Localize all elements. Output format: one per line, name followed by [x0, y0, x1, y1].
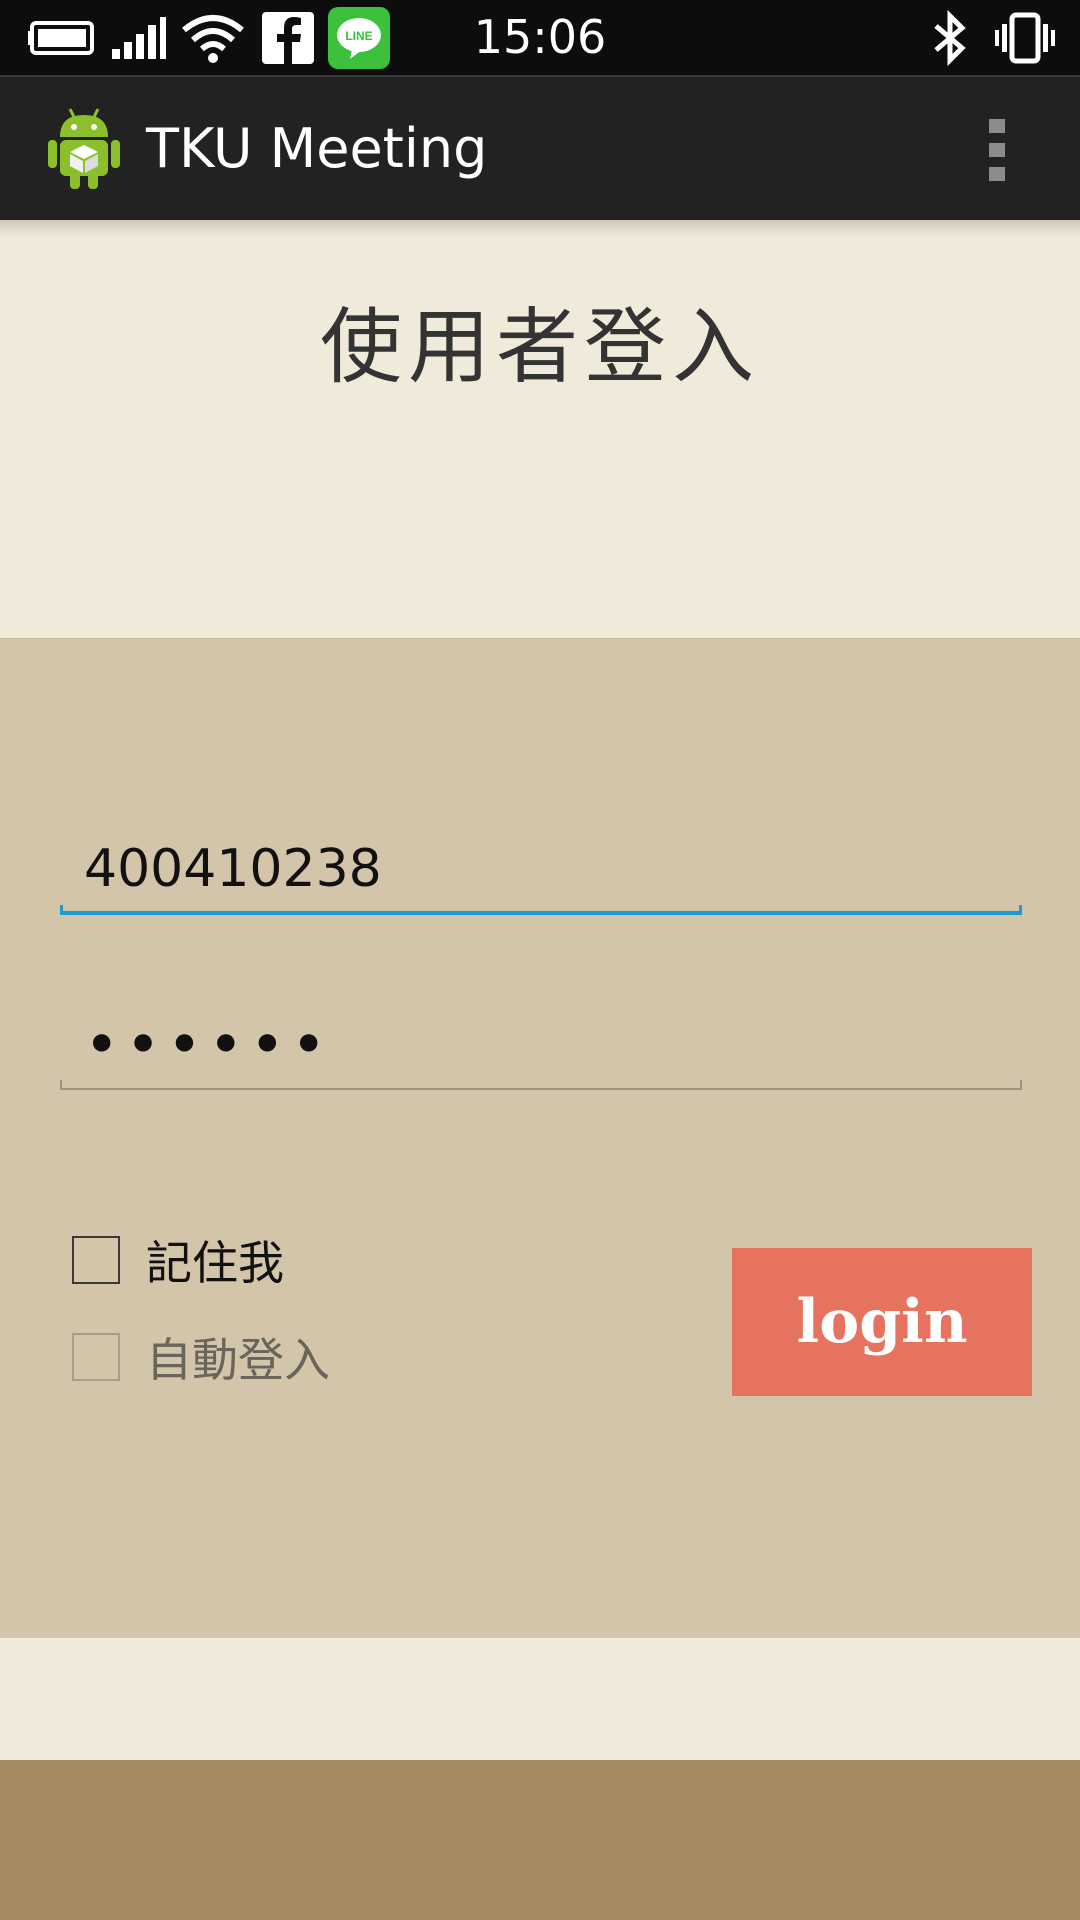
remember-me-box[interactable]: [72, 1236, 120, 1284]
username-underline: [60, 905, 1022, 915]
remember-me-checkbox[interactable]: 記住我: [72, 1227, 284, 1293]
auto-login-checkbox[interactable]: 自動登入: [72, 1324, 330, 1390]
android-icon[interactable]: [46, 105, 122, 191]
action-bar: TKU Meeting: [0, 75, 1080, 220]
remember-me-label: 記住我: [146, 1236, 284, 1290]
bluetooth-icon: [930, 0, 970, 75]
auto-login-label: 自動登入: [146, 1333, 330, 1387]
login-button[interactable]: login: [732, 1248, 1032, 1396]
page-title: 使用者登入: [319, 300, 760, 395]
vibrate-icon: [995, 0, 1055, 75]
overflow-menu-icon[interactable]: [985, 119, 1009, 181]
password-mask: ••••••: [84, 1010, 333, 1080]
password-underline: [60, 1080, 1022, 1090]
overflow-dot: [989, 167, 1005, 181]
username-value: 400410238: [84, 839, 382, 899]
overflow-dot: [989, 119, 1005, 133]
login-panel: [0, 638, 1080, 1638]
username-field[interactable]: 400410238: [60, 835, 1022, 915]
action-bar-shadow: [0, 220, 1080, 238]
status-bar: LINE 15:06: [0, 0, 1080, 75]
app-title: TKU Meeting: [146, 117, 488, 180]
status-time: 15:06: [473, 10, 607, 64]
password-field[interactable]: ••••••: [60, 1010, 1022, 1090]
auto-login-box[interactable]: [72, 1333, 120, 1381]
footer-bar: [0, 1760, 1080, 1920]
overflow-dot: [989, 143, 1005, 157]
